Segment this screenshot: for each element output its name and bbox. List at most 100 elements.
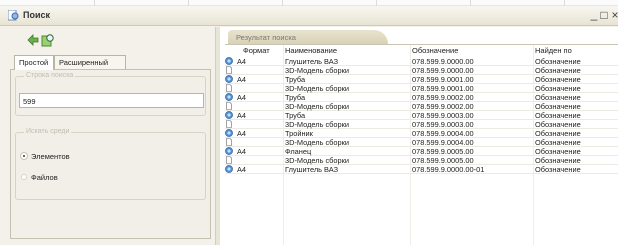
document-icon xyxy=(225,120,233,128)
radio-selected-icon xyxy=(21,153,27,159)
table-row[interactable]: А4 Труба 078.599.9.0002.00 Обозначение xyxy=(225,93,618,102)
cell-designation: 078.599.9.0002.00 xyxy=(412,93,474,102)
cell-format: А4 xyxy=(237,111,247,120)
table-row[interactable]: А4 Тройник 078.599.9.0004.00 Обозначение xyxy=(225,129,618,138)
cell-designation: 078.599.9.0003.00 xyxy=(412,111,474,120)
part-icon xyxy=(225,165,233,173)
table-row[interactable]: 3D-Модель сборки 078.599.9.0002.00 Обознач… xyxy=(225,102,618,111)
table-row[interactable]: 3D-Модель сборки 078.599.9.0005.00 Обознач… xyxy=(225,156,618,165)
table-row[interactable]: 3D-Модель сборки 078.599.9.0004.00 Обознач… xyxy=(225,138,618,147)
radio-elements-label: Элементов xyxy=(31,152,70,161)
cell-found-by: Обозначение xyxy=(535,84,581,93)
table-row[interactable]: 3D-Модель сборки 078.599.9.0001.00 Обознач… xyxy=(225,84,618,93)
window-titlebar: Поиск _ □ × xyxy=(0,6,618,26)
cell-found-by: Обозначение xyxy=(535,147,581,156)
cell-format: А4 xyxy=(237,129,247,138)
cell-designation: 078.599.9.0004.00 xyxy=(412,138,474,147)
cell-found-by: Обозначение xyxy=(535,57,581,66)
cell-name: Фланец xyxy=(285,147,312,156)
cell-name: Труба xyxy=(285,75,306,84)
part-icon xyxy=(225,57,233,65)
document-icon xyxy=(225,84,233,92)
document-icon xyxy=(225,66,233,74)
search-scope-label: Искать среди xyxy=(24,128,72,135)
part-icon xyxy=(225,75,233,83)
part-icon xyxy=(225,93,233,101)
table-row[interactable]: А4 Глушитель ВАЗ 078.599.9.0000.00-01 Обозн… xyxy=(225,165,618,174)
cell-found-by: Обозначение xyxy=(535,120,581,129)
table-row[interactable]: 3D-Модель сборки 078.599.9.0003.00 Обознач… xyxy=(225,120,618,129)
cell-designation: 078.599.9.0003.00 xyxy=(412,120,474,129)
tab-simple[interactable]: Простой xyxy=(14,55,54,70)
column-header-designation[interactable]: Обозначение xyxy=(412,46,458,56)
maximize-button[interactable]: □ xyxy=(599,8,609,22)
cell-name: Глушитель ВАЗ xyxy=(285,57,339,66)
cell-found-by: Обозначение xyxy=(535,165,581,174)
tab-search-results[interactable]: Результат поиска xyxy=(228,30,388,44)
table-row[interactable]: А4 Труба 078.599.9.0003.00 Обозначение xyxy=(225,111,618,120)
cell-format: А4 xyxy=(237,147,247,156)
radio-unselected-icon xyxy=(21,174,27,180)
cell-designation: 078.599.9.0004.00 xyxy=(412,129,474,138)
cell-designation: 078.599.9.0001.00 xyxy=(412,84,474,93)
cell-found-by: Обозначение xyxy=(535,75,581,84)
table-row[interactable]: А4 Глушитель ВАЗ 078.599.9.0000.00 Обозначе… xyxy=(225,57,618,66)
window-title: Поиск xyxy=(23,10,51,20)
simple-search-pane: Строка поиска 599 Искать среди Элементов… xyxy=(10,69,211,239)
radio-files[interactable]: Файлов xyxy=(21,171,111,183)
cell-designation: 078.599.9.0005.00 xyxy=(412,147,474,156)
cell-found-by: Обозначение xyxy=(535,138,581,147)
table-row[interactable]: 3D-Модель сборки 078.599.9.0000.00 Обознач… xyxy=(225,66,618,75)
tab-advanced[interactable]: Расширенный xyxy=(54,55,126,69)
cell-found-by: Обозначение xyxy=(535,111,581,120)
cell-format: А4 xyxy=(237,93,247,102)
minimize-button[interactable]: _ xyxy=(589,7,599,21)
cell-format: А4 xyxy=(237,75,247,84)
search-run-icon[interactable] xyxy=(41,33,55,47)
search-panel: Простой Расширенный Строка поиска 599 Ис… xyxy=(0,27,215,245)
cell-designation: 078.599.9.0000.00-01 xyxy=(412,165,485,174)
document-icon xyxy=(225,156,233,164)
cell-found-by: Обозначение xyxy=(535,129,581,138)
cell-name: Труба xyxy=(285,93,306,102)
cell-name: 3D-Модель сборки xyxy=(285,84,350,93)
cell-name: 3D-Модель сборки xyxy=(285,156,350,165)
results-panel: Результат поиска Формат Наименование Обо… xyxy=(220,27,618,245)
cell-designation: 078.599.9.0000.00 xyxy=(412,57,474,66)
column-header-name[interactable]: Наименование xyxy=(285,46,337,56)
column-header-found-by[interactable]: Найден по xyxy=(535,46,572,56)
column-header-format[interactable]: Формат xyxy=(243,46,270,56)
cell-name: 3D-Модель сборки xyxy=(285,66,350,75)
back-arrow-icon[interactable] xyxy=(26,33,40,47)
cell-designation: 078.599.9.0000.00 xyxy=(412,66,474,75)
cell-found-by: Обозначение xyxy=(535,66,581,75)
close-button[interactable]: × xyxy=(610,8,618,22)
cell-designation: 078.599.9.0005.00 xyxy=(412,156,474,165)
part-icon xyxy=(225,129,233,137)
search-window-icon xyxy=(8,10,19,21)
search-input[interactable]: 599 xyxy=(19,93,204,108)
cell-found-by: Обозначение xyxy=(535,156,581,165)
cell-format: А4 xyxy=(237,57,247,66)
cell-found-by: Обозначение xyxy=(535,102,581,111)
cell-designation: 078.599.9.0002.00 xyxy=(412,102,474,111)
search-scope-group xyxy=(15,132,206,200)
part-icon xyxy=(225,111,233,119)
table-row[interactable]: А4 Фланец 078.599.9.0005.00 Обозначение xyxy=(225,147,618,156)
results-table: Формат Наименование Обозначение Найден п… xyxy=(225,44,618,245)
cell-name: 3D-Модель сборки xyxy=(285,120,350,129)
part-icon xyxy=(225,147,233,155)
document-icon xyxy=(225,138,233,146)
cell-name: Тройник xyxy=(285,129,313,138)
search-string-label: Строка поиска xyxy=(24,72,76,79)
cell-name: 3D-Модель сборки xyxy=(285,102,350,111)
cell-found-by: Обозначение xyxy=(535,93,581,102)
cell-name: 3D-Модель сборки xyxy=(285,138,350,147)
cell-format: А4 xyxy=(237,165,247,174)
cell-name: Глушитель ВАЗ xyxy=(285,165,339,174)
cell-designation: 078.599.9.0001.00 xyxy=(412,75,474,84)
table-row[interactable]: А4 Труба 078.599.9.0001.00 Обозначение xyxy=(225,75,618,84)
document-icon xyxy=(225,102,233,110)
radio-elements[interactable]: Элементов xyxy=(21,150,111,162)
radio-files-label: Файлов xyxy=(31,173,58,182)
